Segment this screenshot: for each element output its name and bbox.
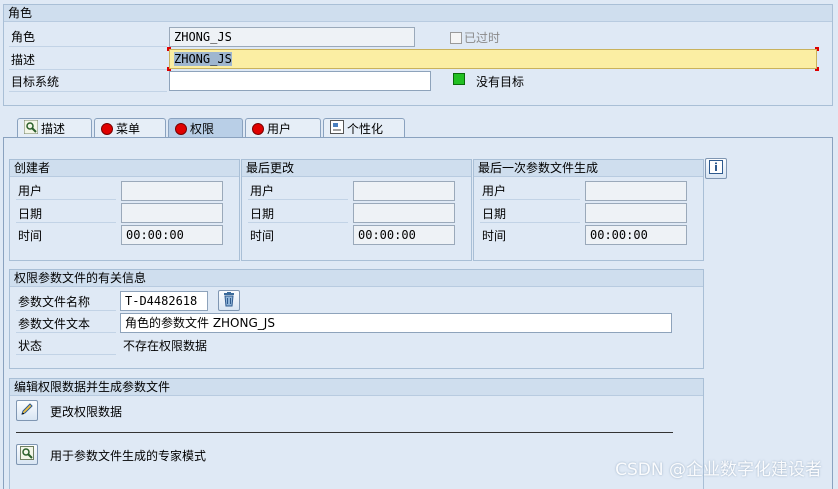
expert-mode-button[interactable] (16, 444, 38, 465)
status-value: 不存在权限数据 (123, 339, 208, 353)
role-label: 角色 (11, 30, 36, 44)
profile-text-field[interactable]: 角色的参数文件 ZHONG_JS (120, 313, 672, 333)
created-time-label: 时间 (18, 229, 43, 243)
edit-auth-panel: 编辑权限数据并生成参数文件 (9, 378, 704, 489)
tab-user[interactable]: 用户 (245, 118, 321, 138)
edit-auth-title: 编辑权限数据并生成参数文件 (10, 379, 703, 396)
description-value: ZHONG_JS (174, 52, 232, 66)
target-system-input[interactable] (169, 71, 431, 91)
expert-mode-label[interactable]: 用于参数文件生成的专家模式 (50, 448, 206, 464)
generated-date-field[interactable] (585, 203, 687, 223)
created-user-label: 用户 (18, 184, 43, 198)
status-label: 状态 (18, 339, 43, 353)
created-date-label: 日期 (18, 207, 43, 221)
personalize-icon (330, 120, 344, 137)
role-header-title: 角色 (4, 5, 832, 22)
profile-text-value: 角色的参数文件 ZHONG_JS (125, 316, 275, 330)
changed-date-field[interactable] (353, 203, 455, 223)
desc-label: 描述 (11, 53, 36, 67)
field-marker (815, 67, 819, 71)
tab-label: 个性化 (347, 122, 384, 136)
magnifier-icon (20, 446, 34, 463)
target-system-label: 目标系统 (11, 75, 60, 89)
red-status-icon (175, 122, 187, 135)
changed-user-field[interactable] (353, 181, 455, 201)
role-field[interactable]: ZHONG_JS (169, 27, 415, 47)
separator (16, 432, 673, 433)
watermark: CSDN @企业数字化建设者 (615, 460, 822, 480)
changed-date-label: 日期 (250, 207, 275, 221)
last-changed-title: 最后更改 (242, 160, 471, 177)
tab-label: 描述 (41, 122, 66, 136)
last-generation-title: 最后一次参数文件生成 (474, 160, 703, 177)
profile-name-label: 参数文件名称 (18, 295, 91, 309)
generated-time-field[interactable]: 00:00:00 (585, 225, 687, 245)
generated-time-label: 时间 (482, 229, 507, 243)
changed-time-field[interactable]: 00:00:00 (353, 225, 455, 245)
trash-icon (222, 291, 236, 310)
no-target-label: 没有目标 (476, 75, 525, 89)
change-auth-label[interactable]: 更改权限数据 (50, 404, 122, 420)
info-button[interactable] (705, 158, 727, 179)
tab-description[interactable]: 描述 (17, 118, 92, 138)
generated-date-label: 日期 (482, 207, 507, 221)
obsolete-checkbox[interactable] (450, 32, 462, 44)
tab-label: 菜单 (116, 122, 141, 136)
created-by-title: 创建者 (10, 160, 239, 177)
info-icon (709, 160, 723, 177)
changed-time-label: 时间 (250, 229, 275, 243)
profile-text-label: 参数文件文本 (18, 317, 91, 331)
delete-profile-button[interactable] (218, 290, 240, 311)
created-time-field[interactable]: 00:00:00 (121, 225, 223, 245)
field-marker (167, 47, 171, 51)
tab-authorizations[interactable]: 权限 (168, 118, 243, 138)
magnifier-icon (23, 119, 39, 137)
pencil-icon (20, 402, 34, 419)
generated-user-field[interactable] (585, 181, 687, 201)
field-marker (815, 47, 819, 51)
change-auth-button[interactable] (16, 400, 38, 421)
green-status-icon (453, 73, 465, 85)
description-field[interactable]: ZHONG_JS (169, 49, 817, 69)
created-date-field[interactable] (121, 203, 223, 223)
created-user-field[interactable] (121, 181, 223, 201)
obsolete-label: 已过时 (464, 31, 501, 45)
red-status-icon (252, 122, 264, 135)
profile-info-title: 权限参数文件的有关信息 (10, 270, 703, 287)
tab-label: 权限 (190, 122, 215, 136)
red-status-icon (101, 122, 113, 135)
tab-personalization[interactable]: 个性化 (323, 118, 405, 138)
profile-name-field[interactable]: T-D4482618 (120, 291, 208, 311)
tab-menu[interactable]: 菜单 (94, 118, 166, 138)
generated-user-label: 用户 (482, 184, 507, 198)
changed-user-label: 用户 (250, 184, 275, 198)
tab-label: 用户 (267, 122, 292, 136)
